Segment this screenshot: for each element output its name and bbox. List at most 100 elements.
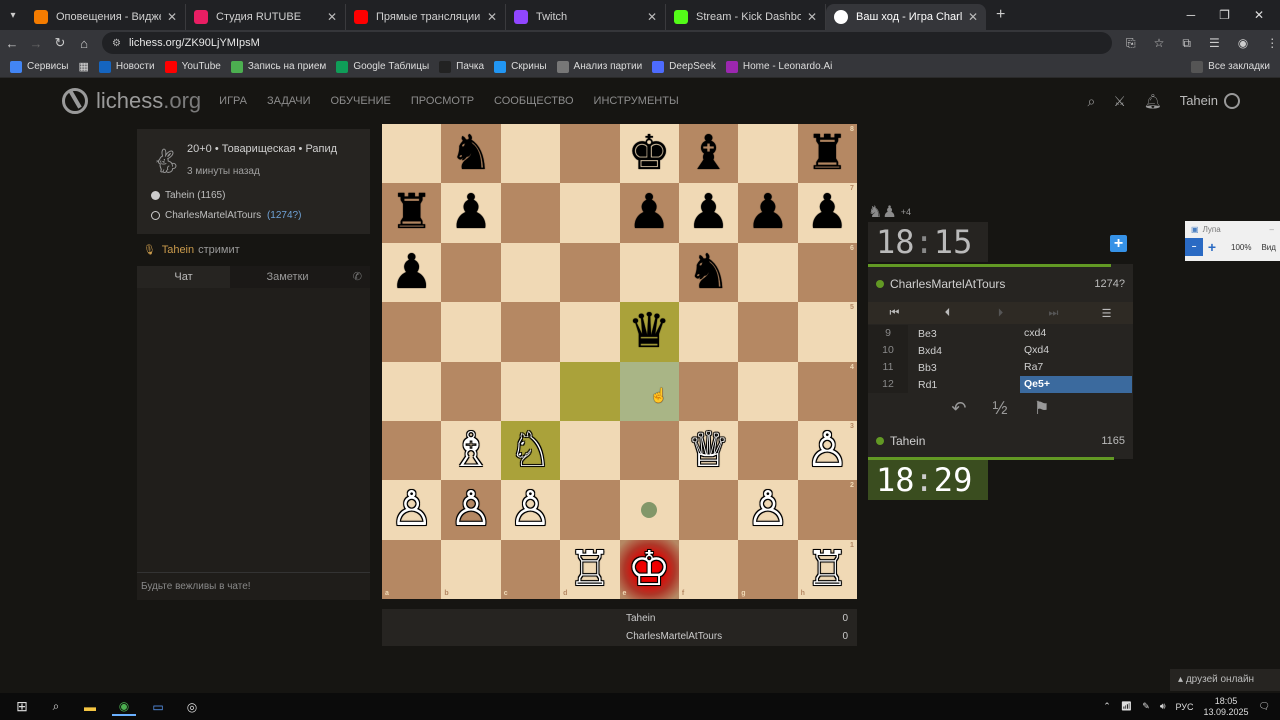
zoom-in-icon[interactable]: + xyxy=(1203,238,1221,256)
black-piece-e5[interactable]: ♛ xyxy=(620,302,679,361)
browser-tab[interactable]: Оповещения - Виджеты - Don ✕ xyxy=(26,4,186,30)
restore-icon[interactable]: ❐ xyxy=(1219,8,1230,22)
square-e3[interactable] xyxy=(619,420,679,481)
black-piece-h8[interactable]: ♜ xyxy=(798,124,857,183)
black-piece-g7[interactable]: ♟ xyxy=(738,183,797,242)
square-a3[interactable] xyxy=(382,420,442,481)
square-c8[interactable] xyxy=(500,124,561,184)
square-g1[interactable] xyxy=(738,539,798,600)
square-f4[interactable] xyxy=(678,361,739,421)
move-black[interactable]: cxd4 xyxy=(1020,325,1132,342)
next-move-icon[interactable]: ⏵ xyxy=(974,307,1027,320)
close-tab-icon[interactable]: ✕ xyxy=(327,10,337,24)
white-piece-e1[interactable]: ♔ xyxy=(620,540,679,599)
black-piece-f8[interactable]: ♝ xyxy=(679,124,738,183)
resign-flag-icon[interactable]: ⚑ xyxy=(1033,398,1049,419)
chess-board[interactable]: 8 7 6 5 4 3 2 1 a b c d e f g h ♞ ♚ ♝ ♜ ♜ ♟ ♟ ♟ ♟ ♟ ♟ ♞ ♛ ♗ ♘ ♕ ♙ ♙ ♙ ♙ ♙ ♖ ♔ ♖… xyxy=(382,124,858,600)
black-piece-e7[interactable]: ♟ xyxy=(620,183,679,242)
square-c1[interactable] xyxy=(500,539,561,600)
reload-icon[interactable]: ↻ xyxy=(48,35,72,51)
menu-icon[interactable]: ⋮ xyxy=(1266,36,1278,51)
close-tab-icon[interactable]: ✕ xyxy=(807,10,817,24)
white-piece-g2[interactable]: ♙ xyxy=(738,480,797,539)
square-h4[interactable] xyxy=(797,361,858,421)
square-f5[interactable] xyxy=(678,302,739,362)
menu-hamburger-icon[interactable]: ☰ xyxy=(1080,307,1133,320)
close-tab-icon[interactable]: ✕ xyxy=(487,10,497,24)
square-c4[interactable] xyxy=(500,361,561,421)
opponent-name-row[interactable]: CharlesMartelAtTours 1274? xyxy=(868,267,1133,301)
view-menu[interactable]: Вид xyxy=(1261,243,1275,252)
close-tab-icon[interactable]: ✕ xyxy=(968,10,978,24)
move-black[interactable]: Ra7 xyxy=(1020,359,1132,376)
file-explorer-icon[interactable]: ▬ xyxy=(78,698,102,716)
square-d4[interactable] xyxy=(560,361,620,421)
profile-icon[interactable]: ◉ xyxy=(1238,36,1248,51)
site-info-icon[interactable]: ⚙ xyxy=(112,38,121,49)
black-piece-h7[interactable]: ♟ xyxy=(798,183,857,242)
site-logo[interactable]: lichess.org xyxy=(62,88,201,114)
white-piece-a2[interactable]: ♙ xyxy=(382,480,441,539)
bookmark-item[interactable]: Home - Leonardo.Ai xyxy=(725,60,832,73)
move-black-current[interactable]: Qe5+ xyxy=(1020,376,1132,393)
square-e6[interactable] xyxy=(619,242,679,303)
white-piece-b2[interactable]: ♙ xyxy=(441,480,500,539)
pen-icon[interactable]: ✎ xyxy=(1142,701,1150,712)
chrome-icon[interactable]: ◉ xyxy=(112,698,136,716)
square-f1[interactable] xyxy=(678,539,739,600)
browser-tab[interactable]: Студия RUTUBE ✕ xyxy=(186,4,346,30)
new-tab-icon[interactable]: + xyxy=(996,6,1005,24)
notification-center-icon[interactable]: 🗨︎ xyxy=(1259,701,1270,712)
bookmark-item[interactable]: Анализ партии xyxy=(556,60,642,73)
bookmark-item[interactable]: Пачка xyxy=(439,60,484,73)
move-white[interactable]: Bb3 xyxy=(908,362,1020,374)
browser-tab[interactable]: Twitch ✕ xyxy=(506,4,666,30)
white-piece-f3[interactable]: ♕ xyxy=(679,421,738,480)
square-d5[interactable] xyxy=(560,302,620,362)
extensions-icon[interactable]: ⧉ xyxy=(1182,36,1191,51)
nav-learn[interactable]: ОБУЧЕНИЕ xyxy=(331,95,391,107)
bookmark-item[interactable]: Сервисы xyxy=(10,60,68,73)
close-tab-icon[interactable]: ✕ xyxy=(647,10,657,24)
star-icon[interactable]: ☆ xyxy=(1154,36,1165,51)
nav-watch[interactable]: ПРОСМОТР xyxy=(411,95,474,107)
move-white[interactable]: Rd1 xyxy=(908,379,1020,391)
player-name-row[interactable]: Tahein 1165 xyxy=(868,424,1133,458)
square-b5[interactable] xyxy=(441,302,501,362)
white-piece-c3[interactable]: ♘ xyxy=(501,421,560,480)
home-icon[interactable]: ⌂ xyxy=(72,36,96,51)
square-h2[interactable] xyxy=(797,480,858,540)
white-piece-h1[interactable]: ♖ xyxy=(798,540,857,599)
square-c7[interactable] xyxy=(500,183,561,243)
notifications-bell-icon[interactable]: 🔔︎ xyxy=(1144,93,1162,110)
square-a8[interactable] xyxy=(382,124,442,184)
square-g5[interactable] xyxy=(738,302,798,362)
network-icon[interactable]: 📶︎ xyxy=(1121,701,1132,712)
bookmark-item[interactable]: Google Таблицы xyxy=(336,60,429,73)
challenge-icon[interactable]: ⚔ xyxy=(1113,93,1126,110)
obs-icon[interactable]: ◎ xyxy=(180,698,204,716)
square-a5[interactable] xyxy=(382,302,442,362)
square-b4[interactable] xyxy=(441,361,501,421)
square-g3[interactable] xyxy=(738,420,798,481)
streamer-link[interactable]: 🎙︎ Tahein стримит xyxy=(137,240,370,260)
square-d7[interactable] xyxy=(560,183,620,243)
search-icon[interactable]: ⌕ xyxy=(1088,93,1096,110)
user-menu[interactable]: Tahein xyxy=(1180,93,1240,110)
prev-move-icon[interactable]: ⏴ xyxy=(921,307,974,320)
black-piece-e8[interactable]: ♚ xyxy=(620,124,679,183)
magnifier-minimize-icon[interactable]: – xyxy=(1270,225,1274,234)
bookmark-item[interactable]: Новости xyxy=(98,60,155,73)
nav-play[interactable]: ИГРА xyxy=(219,95,247,107)
nav-tools[interactable]: ИНСТРУМЕНТЫ xyxy=(594,95,679,107)
square-a1[interactable] xyxy=(382,539,442,600)
white-piece-c2[interactable]: ♙ xyxy=(501,480,560,539)
last-move-icon[interactable]: ⏭ xyxy=(1027,307,1080,320)
first-move-icon[interactable]: ⏮ xyxy=(868,307,921,320)
black-piece-a7[interactable]: ♜ xyxy=(382,183,441,242)
browser-tab-active[interactable]: Ваш ход - Игра CharlesMartelA ✕ xyxy=(826,4,986,30)
square-f2[interactable] xyxy=(678,480,739,540)
zoom-out-icon[interactable]: − xyxy=(1185,238,1203,256)
square-b6[interactable] xyxy=(441,242,501,303)
white-piece-b3[interactable]: ♗ xyxy=(441,421,500,480)
